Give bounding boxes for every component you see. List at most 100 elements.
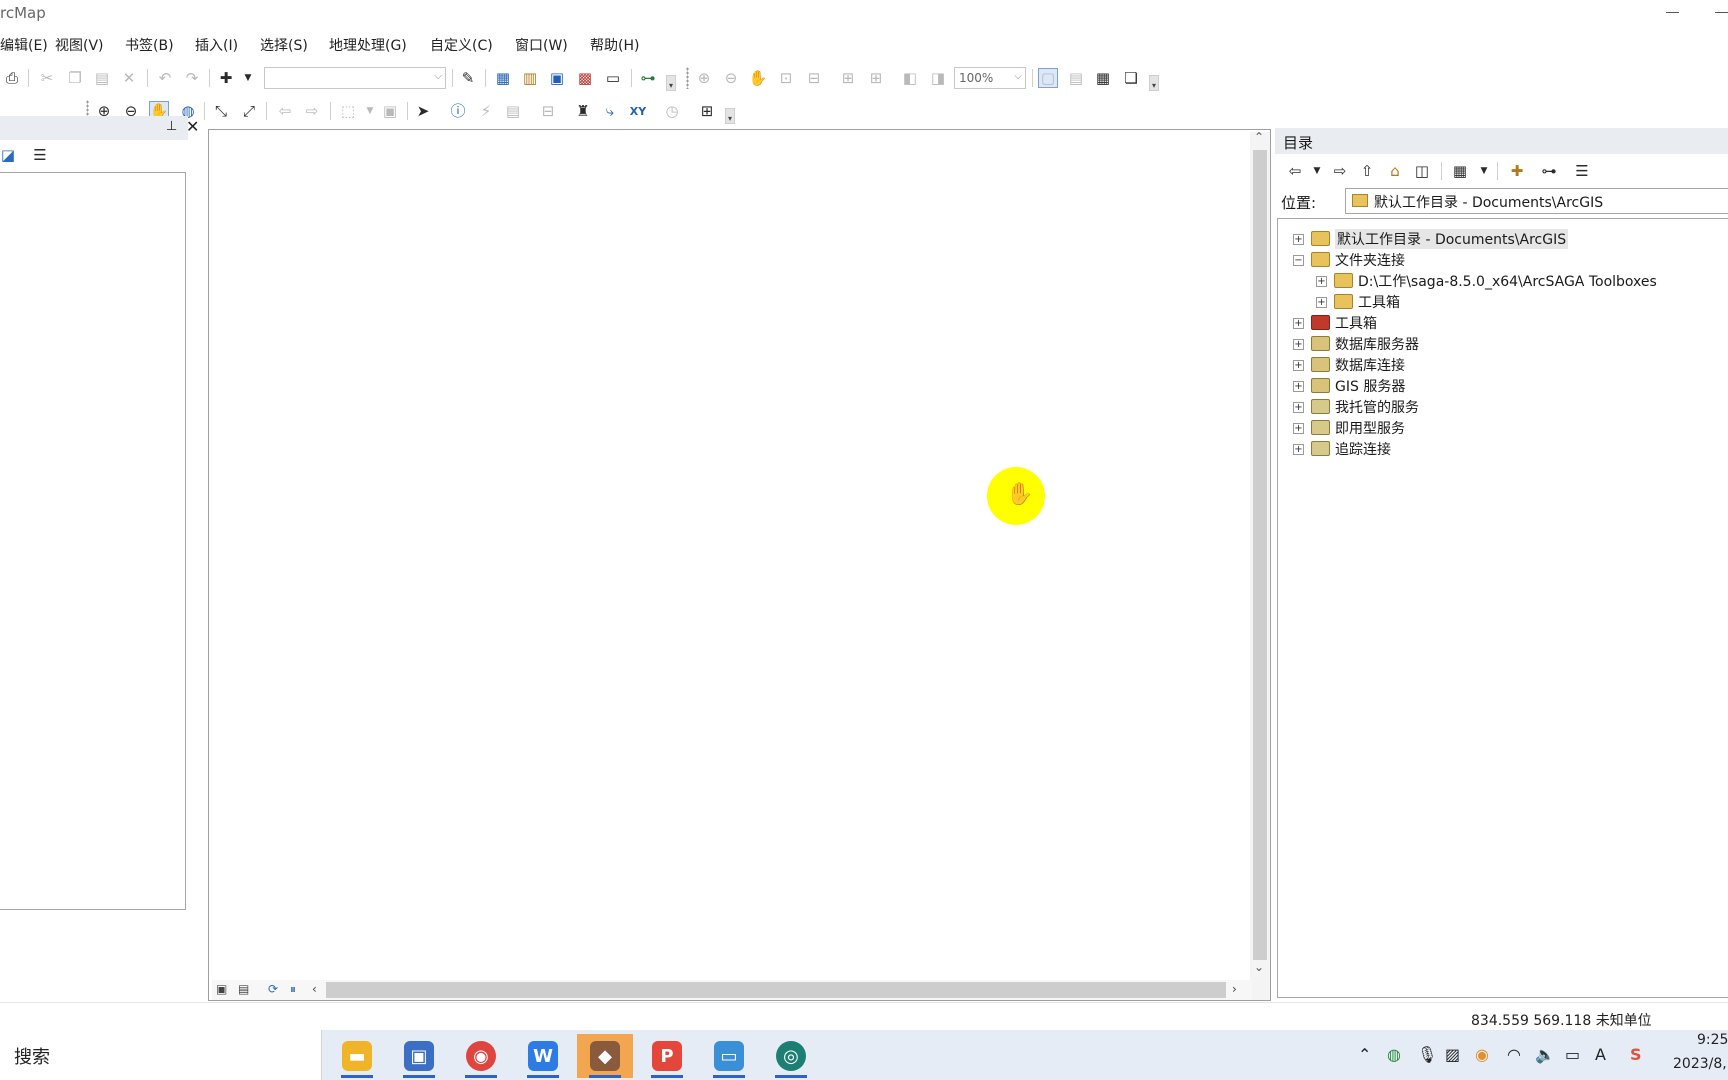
menu-customize[interactable]: 自定义(C)	[430, 35, 493, 55]
taskbar-app-wps-writer[interactable]: W	[515, 1034, 571, 1078]
identify-icon[interactable]: ⓘ	[448, 101, 468, 121]
toolbar-options-icon[interactable]: ▾	[666, 75, 676, 91]
add-data-icon[interactable]: ✚	[216, 68, 236, 88]
fixed-zoom-in-icon[interactable]: ⊞	[838, 68, 858, 88]
device-icon[interactable]: ▨	[1445, 1045, 1460, 1064]
taskbar-app-remote-desktop[interactable]: ▣	[391, 1034, 447, 1078]
arctoolbox-icon[interactable]: ▩	[575, 68, 595, 88]
expand-icon[interactable]: +	[1293, 444, 1304, 455]
expand-icon[interactable]: +	[1293, 423, 1304, 434]
expand-icon[interactable]: +	[1293, 402, 1304, 413]
clock-date[interactable]: 2023/8,	[1673, 1056, 1727, 1072]
select-dropdown-icon[interactable]: ▼	[360, 101, 380, 121]
map-scale-combo[interactable]: ⌵	[264, 67, 446, 89]
clear-selection-icon[interactable]: ▣	[380, 101, 400, 121]
list-by-source-icon[interactable]: ☰	[30, 145, 50, 165]
layout-zoom-out-icon[interactable]: ⊖	[721, 68, 741, 88]
menu-insert[interactable]: 插入(I)	[195, 35, 238, 55]
taskbar-search-box[interactable]: 搜索	[0, 1030, 322, 1080]
redo-icon[interactable]: ↷	[182, 68, 202, 88]
zoom-whole-page-icon[interactable]: ⊡	[776, 68, 796, 88]
pause-drawing-icon[interactable]: ⏸	[290, 982, 296, 997]
forward-icon[interactable]: ⇨	[1330, 161, 1350, 181]
maximize-button[interactable]	[1715, 4, 1728, 18]
refresh-icon[interactable]: ⟳	[268, 982, 278, 996]
views-dropdown-icon[interactable]: ▼	[1474, 161, 1494, 181]
modelbuilder-icon[interactable]: ⊶	[638, 68, 658, 88]
zoom-percent-combo[interactable]: 100% ⌵	[954, 67, 1026, 89]
collapse-icon[interactable]: −	[1293, 255, 1304, 266]
expand-icon[interactable]: +	[1293, 318, 1304, 329]
focus-data-frame-icon[interactable]: ▤	[1066, 68, 1086, 88]
volume-icon[interactable]: 🔈	[1535, 1045, 1555, 1064]
network-globe-icon[interactable]: ◍	[1387, 1045, 1401, 1064]
add-data-dropdown-icon[interactable]: ▼	[238, 68, 258, 88]
print-icon[interactable]: ⎙	[2, 68, 22, 88]
toggle-draft-mode-icon[interactable]: ▢	[1038, 68, 1058, 88]
catalog-window-icon[interactable]: ▥	[520, 68, 540, 88]
cut-icon[interactable]: ✂	[37, 68, 57, 88]
expand-icon[interactable]: +	[1316, 297, 1327, 308]
go-forward-extent-icon[interactable]: ◨	[928, 68, 948, 88]
fixed-zoom-out-icon[interactable]: ⤢	[239, 101, 259, 121]
battery-icon[interactable]: ▭	[1565, 1045, 1580, 1064]
location-combo[interactable]: 默认工作目录 - Documents\ArcGIS	[1345, 188, 1728, 214]
taskbar-app-file-explorer[interactable]: ▬	[329, 1034, 385, 1078]
home-icon[interactable]: ⌂	[1385, 161, 1405, 181]
toolbar-options-icon[interactable]: ▾	[725, 108, 735, 124]
toggle-contents-panel-icon[interactable]: ⊶	[1539, 161, 1559, 181]
expand-icon[interactable]: +	[1293, 381, 1304, 392]
create-viewer-window-icon[interactable]: ⊞	[697, 101, 717, 121]
expand-icon[interactable]: +	[1316, 276, 1327, 287]
taskbar-app-chrome[interactable]: ◉	[453, 1034, 509, 1078]
input-method-icon[interactable]: A	[1595, 1045, 1606, 1064]
go-to-xy-icon[interactable]: XY	[628, 101, 648, 121]
disconnect-folder-icon[interactable]: ◫	[1412, 161, 1432, 181]
scroll-right-icon[interactable]: ›	[1232, 982, 1237, 996]
layout-view-icon[interactable]: ▤	[238, 982, 249, 996]
data-view-icon[interactable]: ▣	[216, 982, 227, 996]
expand-icon[interactable]: +	[1293, 360, 1304, 371]
zoom-100-percent-icon[interactable]: ⊟	[804, 68, 824, 88]
back-icon[interactable]: ⇦	[1285, 161, 1305, 181]
paste-icon[interactable]: ▤	[92, 68, 112, 88]
menu-help[interactable]: 帮助(H)	[590, 35, 639, 55]
menu-edit[interactable]: 编辑(E)	[0, 35, 48, 55]
audio-app-icon[interactable]: ◉	[1475, 1045, 1489, 1064]
taskbar-app-screen-tool[interactable]: ▭	[701, 1034, 757, 1078]
toolbar-grip[interactable]	[686, 67, 689, 89]
table-of-contents-icon[interactable]: ▦	[493, 68, 513, 88]
fixed-zoom-in-icon[interactable]: ⤡	[211, 101, 231, 121]
list-by-drawing-order-icon[interactable]: ◪	[0, 145, 18, 165]
fixed-zoom-out-icon[interactable]: ⊞	[866, 68, 886, 88]
python-window-icon[interactable]: ▭	[603, 68, 623, 88]
copy-icon[interactable]: ❐	[65, 68, 85, 88]
back-extent-icon[interactable]: ⇦	[275, 101, 295, 121]
time-slider-icon[interactable]: ◷	[662, 101, 682, 121]
views-icon[interactable]: ▦	[1450, 161, 1470, 181]
data-driven-pages-icon[interactable]: ❏	[1121, 68, 1141, 88]
find-route-icon[interactable]: ⤷	[600, 101, 620, 121]
search-window-icon[interactable]: ▣	[547, 68, 567, 88]
expand-icon[interactable]: +	[1293, 234, 1304, 245]
html-popup-icon[interactable]: ▤	[503, 101, 523, 121]
measure-icon[interactable]: ⊟	[538, 101, 558, 121]
menu-selection[interactable]: 选择(S)	[260, 35, 308, 55]
pin-icon[interactable]: ⊥	[166, 119, 177, 134]
menu-windows[interactable]: 窗口(W)	[515, 35, 568, 55]
up-one-level-icon[interactable]: ⇧	[1357, 161, 1377, 181]
map-view[interactable]	[208, 129, 1271, 1001]
taskbar-app-search-tool[interactable]: ◎	[763, 1034, 819, 1078]
select-features-icon[interactable]: ⬚	[338, 101, 358, 121]
toc-layer-list[interactable]	[0, 172, 186, 910]
connect-to-folder-icon[interactable]: ✚	[1507, 161, 1527, 181]
go-back-extent-icon[interactable]: ◧	[900, 68, 920, 88]
scroll-left-icon[interactable]: ‹	[312, 982, 317, 996]
close-icon[interactable]: ✕	[186, 117, 199, 136]
undo-icon[interactable]: ↶	[155, 68, 175, 88]
change-layout-icon[interactable]: ▦	[1093, 68, 1113, 88]
expand-icon[interactable]: +	[1293, 339, 1304, 350]
forward-extent-icon[interactable]: ⇨	[302, 101, 322, 121]
map-horizontal-scroll-thumb[interactable]	[326, 982, 1226, 998]
scroll-up-icon[interactable]: ⌃	[1254, 130, 1264, 144]
